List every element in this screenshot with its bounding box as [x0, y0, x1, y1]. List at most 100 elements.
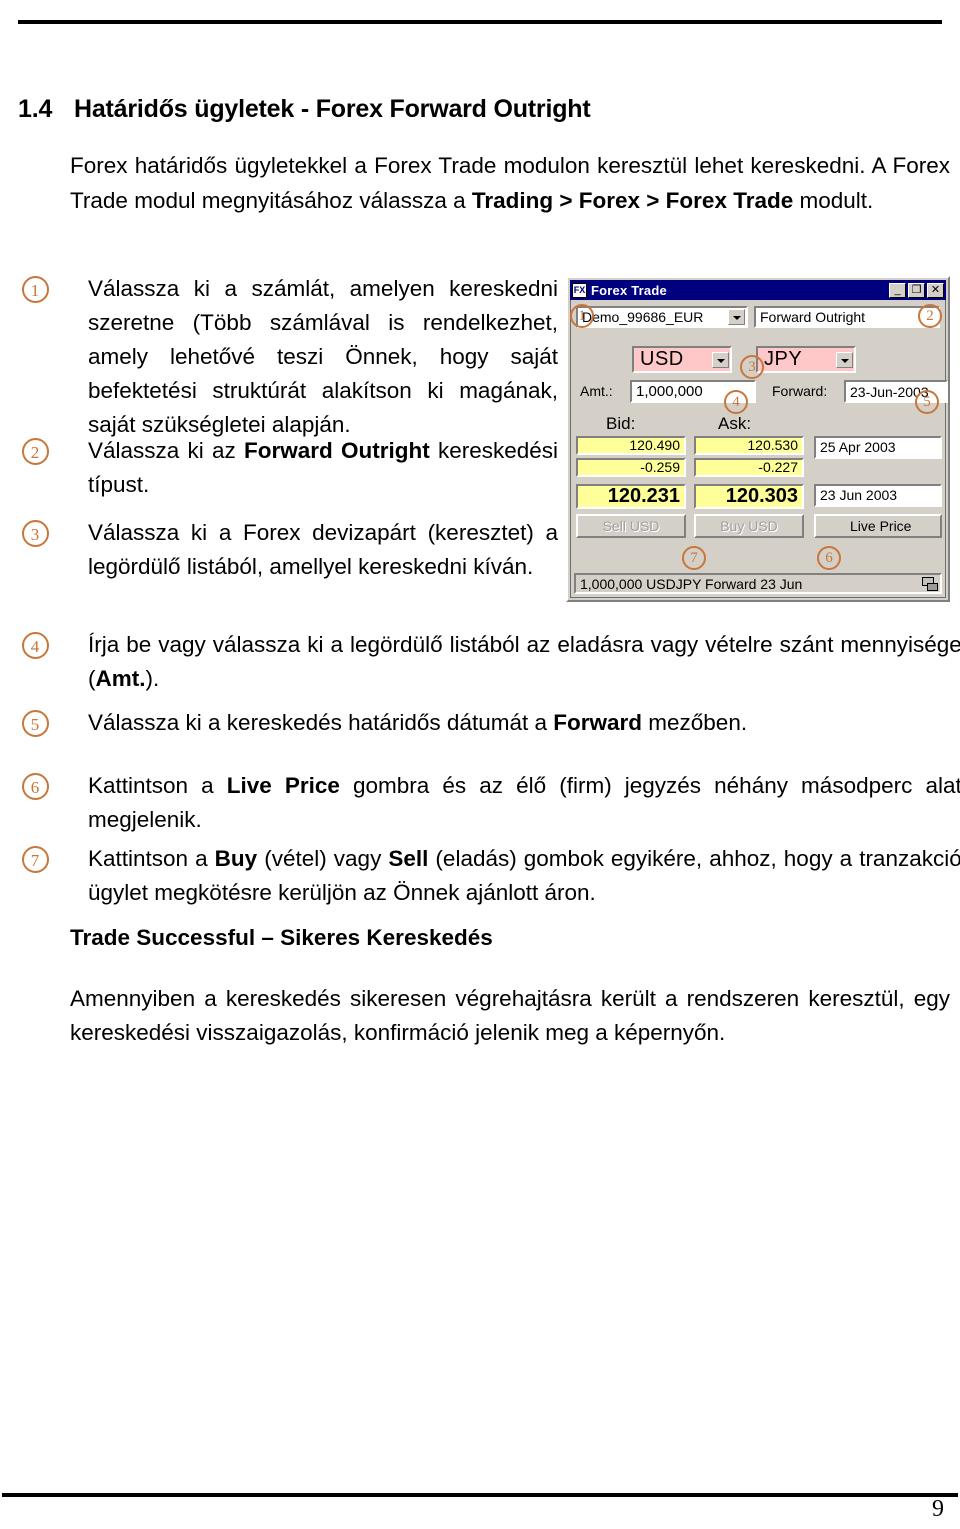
- intro-menu-path: Trading > Forex > Forex Trade: [471, 188, 794, 213]
- account-value: Demo_99686_EUR: [582, 309, 704, 325]
- step-4-pre: Írja be vagy válassza ki a legördülő lis…: [88, 632, 960, 691]
- step-3-marker: 3: [18, 516, 52, 550]
- screenshot-callout-2: 2: [918, 304, 942, 328]
- step-2-pre: Válassza ki az: [88, 438, 244, 463]
- step-6-bold: Live Price: [226, 773, 340, 798]
- forward-date-field[interactable]: 23 Jun 2003: [814, 484, 942, 507]
- live-price-button[interactable]: Live Price: [814, 514, 942, 538]
- step-5-text: Válassza ki a kereskedés határidős dátum…: [88, 706, 960, 740]
- circled-number-1: 1: [21, 276, 49, 303]
- quote-currency-value: JPY: [764, 348, 803, 370]
- step-2-marker: 2: [18, 434, 52, 468]
- base-currency-value: USD: [640, 348, 684, 370]
- ask-price-value: 120.303: [694, 484, 804, 509]
- step-1-marker: 1: [18, 272, 52, 306]
- amount-and-forward-row: Amt.: 1,000,000 Forward: 23-Jun-2003: [576, 380, 948, 403]
- forex-window-titlebar: FX Forex Trade _ ❐ ✕: [570, 280, 946, 300]
- status-bar-text: 1,000,000 USDJPY Forward 23 Jun: [580, 575, 803, 592]
- bid-spot-value: 120.490: [576, 436, 686, 455]
- chevron-down-icon[interactable]: [728, 309, 745, 325]
- maximize-icon[interactable]: ❐: [908, 282, 925, 298]
- amount-value: 1,000,000: [636, 383, 703, 400]
- circled-number-2: 2: [21, 438, 49, 465]
- base-currency-select[interactable]: USD: [632, 346, 732, 373]
- account-and-type-row: Demo_99686_EUR Forward Outright: [576, 306, 940, 328]
- network-status-icon: [921, 576, 938, 591]
- step-6: 6 Kattintson a Live Price gombra és az é…: [18, 769, 960, 837]
- step-6-marker: 6: [18, 769, 52, 803]
- step-7-pre: Kattintson a: [88, 846, 215, 871]
- document-page: 1.4 Határidős ügyletek - Forex Forward Ou…: [0, 0, 960, 1529]
- step-7-bold2: Sell: [388, 846, 429, 871]
- step-5-post: mezőben.: [642, 710, 748, 735]
- window-controls: _ ❐ ✕: [889, 282, 944, 298]
- forex-window-body: Demo_99686_EUR Forward Outright USD JPY: [570, 302, 948, 598]
- step-4: 4 Írja be vagy válassza ki a legördülő l…: [18, 628, 960, 696]
- screenshot-callout-5: 5: [915, 390, 939, 414]
- status-bar: 1,000,000 USDJPY Forward 23 Jun: [574, 573, 942, 594]
- spot-date-field[interactable]: 25 Apr 2003: [814, 436, 942, 459]
- ask-label: Ask:: [718, 414, 752, 433]
- section-number: 1.4: [18, 95, 53, 123]
- trade-type-field[interactable]: Forward Outright: [754, 306, 940, 328]
- footer-rule: [2, 1493, 958, 1497]
- step-1: 1 Válassza ki a számlát, amelyen kereske…: [18, 272, 558, 442]
- bid-label: Bid:: [606, 414, 636, 433]
- forex-trade-window: FX Forex Trade _ ❐ ✕ Demo_99686_EUR Forw…: [566, 276, 950, 602]
- step-7-text: Kattintson a Buy (vétel) vagy Sell (elad…: [88, 842, 960, 910]
- bid-points-value: -0.259: [576, 458, 686, 477]
- forward-label: Forward:: [772, 383, 828, 399]
- step-5: 5 Válassza ki a kereskedés határidős dát…: [18, 706, 948, 740]
- step-7-marker: 7: [18, 842, 52, 876]
- circled-number-6: 6: [21, 773, 49, 800]
- circled-number-5: 5: [21, 710, 49, 737]
- amount-label: Amt.:: [580, 383, 613, 399]
- intro-paragraph: Forex határidős ügyletekkel a Forex Trad…: [70, 148, 950, 218]
- step-1-text: Válassza ki a számlát, amelyen kereskedn…: [88, 276, 558, 437]
- step-2-bold: Forward Outright: [244, 438, 430, 463]
- circled-number-3: 3: [21, 520, 49, 547]
- step-5-bold: Forward: [553, 710, 643, 735]
- screenshot-callout-4: 4: [724, 390, 748, 414]
- step-4-post: ).: [145, 666, 160, 691]
- step-2: 2 Válassza ki az Forward Outright keresk…: [18, 434, 558, 502]
- ask-spot-value: 120.530: [694, 436, 804, 455]
- page-number: 9: [932, 1496, 944, 1522]
- step-3-text: Válassza ki a Forex devizapárt (kereszte…: [88, 520, 558, 579]
- step-4-bold: Amt.: [95, 666, 146, 691]
- circled-number-7: 7: [21, 846, 49, 873]
- bid-price-value: 120.231: [576, 484, 686, 509]
- screenshot-callout-7: 7: [682, 546, 706, 570]
- step-7: 7 Kattintson a Buy (vétel) vagy Sell (el…: [18, 842, 960, 910]
- sell-button[interactable]: Sell USD: [576, 514, 686, 538]
- section-title: Határidős ügyletek - Forex Forward Outri…: [74, 95, 591, 123]
- step-4-text: Írja be vagy válassza ki a legördülő lis…: [88, 628, 960, 696]
- chevron-down-icon[interactable]: [836, 351, 853, 368]
- step-6-pre: Kattintson a: [88, 773, 227, 798]
- step-7-bold: Buy: [214, 846, 258, 871]
- page-title: 1.4 Határidős ügyletek - Forex Forward Ou…: [18, 95, 928, 124]
- account-select[interactable]: Demo_99686_EUR: [576, 306, 748, 328]
- ask-points-value: -0.227: [694, 458, 804, 477]
- minimize-icon[interactable]: _: [889, 282, 906, 298]
- close-icon[interactable]: ✕: [927, 282, 944, 298]
- buy-button[interactable]: Buy USD: [694, 514, 804, 538]
- subheading-trade-successful: Trade Successful – Sikeres Kereskedés: [70, 925, 493, 950]
- circled-number-4: 4: [21, 632, 49, 659]
- closing-paragraph: Amennyiben a kereskedés sikeresen végreh…: [70, 986, 950, 1045]
- header-rule: [18, 20, 942, 24]
- screenshot-callout-3: 3: [740, 355, 764, 379]
- screenshot-callout-1: 1: [570, 304, 594, 328]
- step-5-pre: Válassza ki a kereskedés határidős dátum…: [88, 710, 554, 735]
- step-5-marker: 5: [18, 706, 52, 740]
- step-2-text: Válassza ki az Forward Outright keresked…: [88, 434, 558, 502]
- screenshot-callout-6: 6: [817, 546, 841, 570]
- step-3: 3 Válassza ki a Forex devizapárt (keresz…: [18, 516, 558, 584]
- fx-app-icon: FX: [572, 282, 587, 298]
- intro-text-part2: modult.: [793, 188, 874, 213]
- chevron-down-icon[interactable]: [712, 351, 729, 368]
- trade-type-value: Forward Outright: [760, 309, 866, 325]
- step-7-mid: (vétel) vagy: [257, 846, 389, 871]
- step-4-marker: 4: [18, 628, 52, 662]
- quote-currency-select[interactable]: JPY: [756, 346, 856, 373]
